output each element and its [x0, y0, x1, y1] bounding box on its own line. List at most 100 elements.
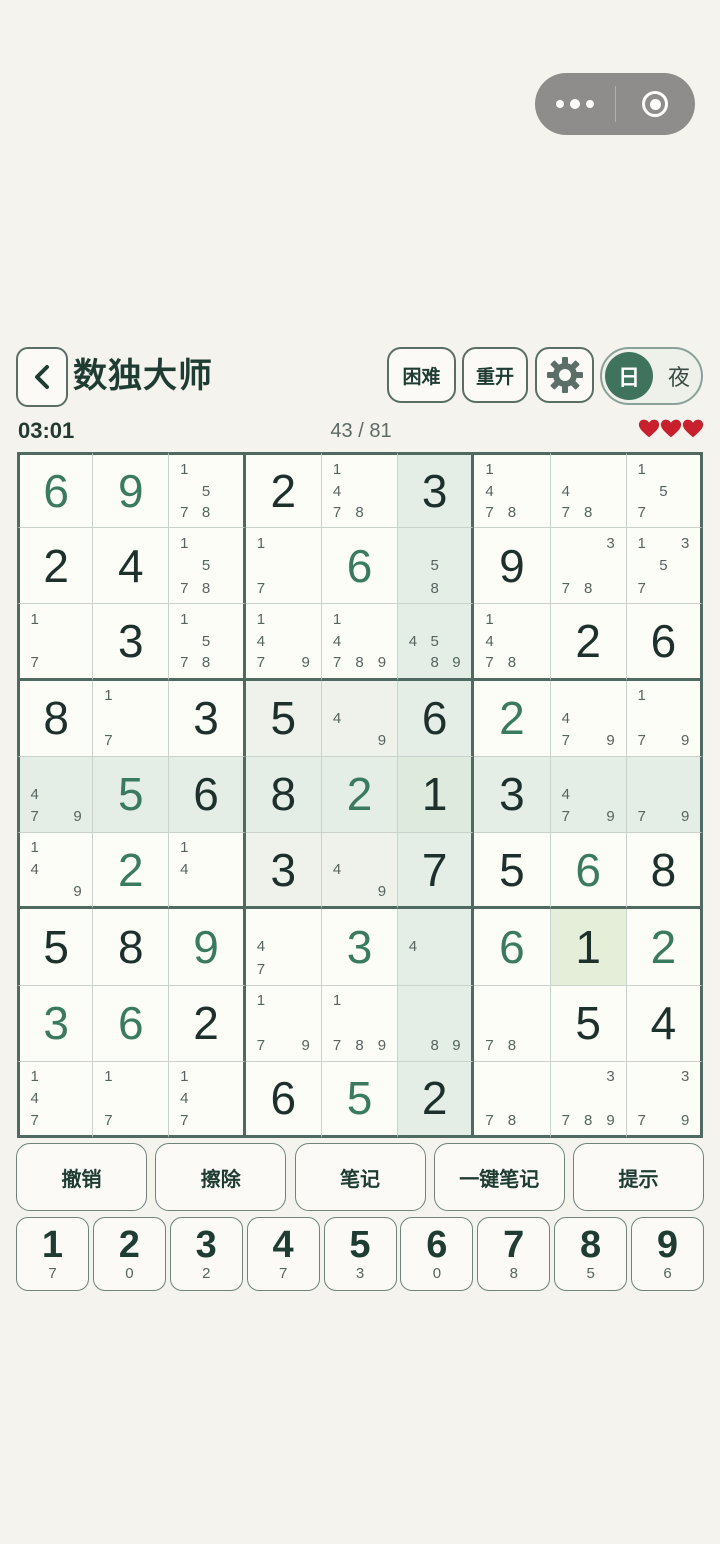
- board-cell[interactable]: 5: [17, 909, 94, 986]
- board-cell[interactable]: 6: [17, 452, 94, 529]
- numpad-key-1[interactable]: 17: [16, 1217, 89, 1291]
- restart-button[interactable]: 重开: [462, 347, 528, 403]
- board-cell[interactable]: 1 4 7: [169, 1061, 246, 1138]
- board-cell[interactable]: 58: [398, 528, 475, 605]
- back-button[interactable]: [16, 347, 68, 407]
- numpad-key-9[interactable]: 96: [631, 1217, 704, 1291]
- board-cell[interactable]: 47: [245, 909, 322, 986]
- board-cell[interactable]: 2: [626, 909, 703, 986]
- board-cell[interactable]: 2: [474, 680, 551, 757]
- board-cell[interactable]: 78: [474, 985, 551, 1062]
- board-cell[interactable]: 2: [169, 985, 246, 1062]
- board-cell[interactable]: 1 4 7: [17, 1061, 94, 1138]
- board-cell[interactable]: 4: [93, 528, 170, 605]
- auto-notes-button[interactable]: 一键笔记: [433, 1143, 565, 1211]
- undo-button[interactable]: 撤销: [16, 1143, 147, 1211]
- board-cell[interactable]: 1578: [169, 528, 246, 605]
- board-cell[interactable]: 9: [474, 528, 551, 605]
- board-cell[interactable]: 2: [17, 528, 94, 605]
- numpad-key-5[interactable]: 53: [323, 1217, 397, 1291]
- night-mode-option[interactable]: 夜: [660, 349, 698, 403]
- board-cell[interactable]: 3: [169, 680, 246, 757]
- board-cell[interactable]: 79: [626, 756, 703, 834]
- board-cell[interactable]: 1578: [169, 452, 246, 529]
- board-cell[interactable]: 4: [398, 909, 475, 986]
- board-cell[interactable]: 8: [626, 833, 703, 910]
- board-cell[interactable]: 78: [474, 1061, 551, 1138]
- board-cell[interactable]: 4: [626, 985, 703, 1062]
- board-cell[interactable]: 2: [321, 756, 399, 834]
- hint-button[interactable]: 提示: [573, 1143, 704, 1211]
- board-cell[interactable]: 1 4 9: [17, 833, 94, 910]
- board-cell[interactable]: 6: [398, 680, 475, 757]
- numpad-key-4[interactable]: 47: [246, 1217, 320, 1291]
- board-cell[interactable]: 2: [245, 452, 322, 529]
- day-mode-option[interactable]: 日: [605, 352, 653, 400]
- board-cell[interactable]: 4 7 9: [17, 756, 94, 834]
- more-button[interactable]: [535, 73, 615, 135]
- board-cell[interactable]: 3 78: [550, 528, 627, 605]
- board-cell[interactable]: 1 4 78: [474, 452, 551, 529]
- numpad-key-2[interactable]: 20: [92, 1217, 166, 1291]
- board-cell[interactable]: 6: [245, 1061, 322, 1138]
- board-cell[interactable]: 5: [245, 680, 322, 757]
- board-cell[interactable]: 9: [93, 452, 170, 529]
- board-cell[interactable]: 6: [169, 756, 246, 834]
- erase-button[interactable]: 擦除: [155, 1143, 287, 1211]
- day-night-toggle[interactable]: 日 夜: [600, 347, 703, 405]
- board-cell[interactable]: 3: [474, 756, 551, 834]
- board-cell[interactable]: 1 4 78: [321, 452, 399, 529]
- notes-button[interactable]: 笔记: [294, 1143, 426, 1211]
- board-cell[interactable]: 1 4 789: [321, 604, 399, 681]
- board-cell[interactable]: 3 789: [550, 1061, 627, 1138]
- board-cell[interactable]: 1 7 9: [245, 985, 322, 1062]
- board-cell[interactable]: 8: [17, 680, 94, 757]
- board-cell[interactable]: 5: [93, 756, 170, 834]
- board-cell[interactable]: 6: [626, 604, 703, 681]
- board-cell[interactable]: 3: [245, 833, 322, 910]
- board-cell[interactable]: 17: [93, 680, 170, 757]
- board-cell[interactable]: 17: [93, 1061, 170, 1138]
- board-cell[interactable]: 6: [474, 909, 551, 986]
- board-cell[interactable]: 4 78: [550, 452, 627, 529]
- board-cell[interactable]: 1 4 7 9: [245, 604, 322, 681]
- board-cell[interactable]: 1: [550, 909, 627, 986]
- board-cell[interactable]: 1: [398, 756, 475, 834]
- board-cell[interactable]: 1578: [169, 604, 246, 681]
- settings-button[interactable]: [535, 347, 594, 403]
- board-cell[interactable]: 1 7 9: [626, 680, 703, 757]
- board-cell[interactable]: 8: [93, 909, 170, 986]
- board-cell[interactable]: 3 7 9: [626, 1061, 703, 1138]
- board-cell[interactable]: 17: [245, 528, 322, 605]
- board-cell[interactable]: 45 89: [398, 604, 475, 681]
- board-cell[interactable]: 157: [626, 452, 703, 529]
- board-cell[interactable]: 7: [398, 833, 475, 910]
- board-cell[interactable]: 2: [93, 833, 170, 910]
- board-cell[interactable]: 14: [169, 833, 246, 910]
- board-cell[interactable]: 9: [169, 909, 246, 986]
- board-cell[interactable]: 89: [398, 985, 475, 1062]
- difficulty-button[interactable]: 困难: [387, 347, 456, 403]
- board-cell[interactable]: 49: [321, 680, 399, 757]
- board-cell[interactable]: 3: [93, 604, 170, 681]
- board-cell[interactable]: 17: [17, 604, 94, 681]
- board-cell[interactable]: 4 7 9: [550, 680, 627, 757]
- board-cell[interactable]: 1 357: [626, 528, 703, 605]
- numpad-key-6[interactable]: 60: [400, 1217, 474, 1291]
- board-cell[interactable]: 5: [550, 985, 627, 1062]
- numpad-key-3[interactable]: 32: [169, 1217, 243, 1291]
- numpad-key-7[interactable]: 78: [477, 1217, 551, 1291]
- board-cell[interactable]: 1789: [321, 985, 399, 1062]
- close-button[interactable]: [616, 73, 696, 135]
- board-cell[interactable]: 3: [17, 985, 94, 1062]
- board-cell[interactable]: 6: [550, 833, 627, 910]
- numpad-key-8[interactable]: 85: [554, 1217, 628, 1291]
- board-cell[interactable]: 4 7 9: [550, 756, 627, 834]
- board-cell[interactable]: 8: [245, 756, 322, 834]
- board-cell[interactable]: 2: [398, 1061, 475, 1138]
- board-cell[interactable]: 2: [550, 604, 627, 681]
- board-cell[interactable]: 6: [93, 985, 170, 1062]
- board-cell[interactable]: 3: [398, 452, 475, 529]
- board-cell[interactable]: 49: [321, 833, 399, 910]
- board-cell[interactable]: 6: [321, 528, 399, 605]
